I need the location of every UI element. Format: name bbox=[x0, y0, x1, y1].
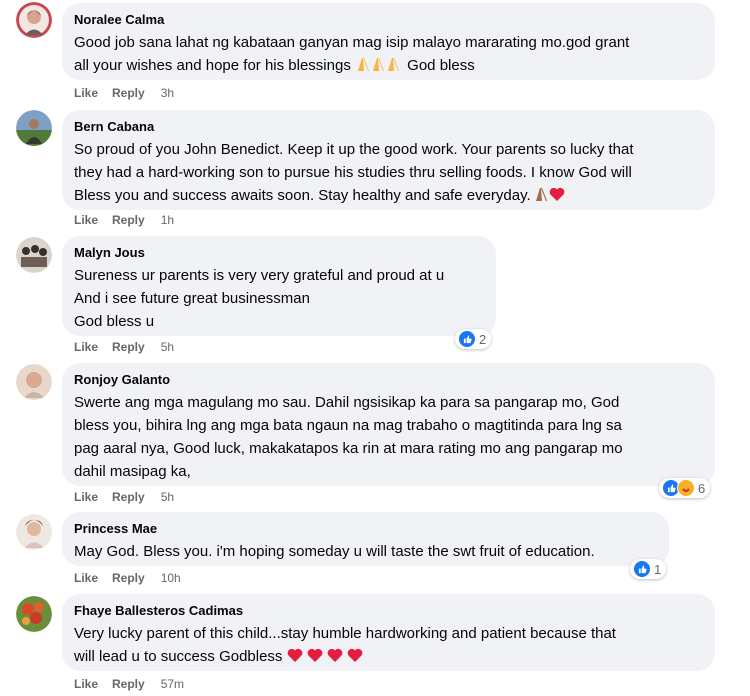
reply-button[interactable]: Reply bbox=[112, 489, 145, 505]
comment-timestamp[interactable]: 5h bbox=[161, 489, 174, 505]
comment-timestamp[interactable]: 3h bbox=[161, 85, 174, 101]
comment-actions: Like Reply 5h bbox=[74, 339, 174, 355]
folded-hands-emoji-icon bbox=[355, 56, 403, 79]
comment-bubble: Malyn Jous Sureness ur parents is very v… bbox=[62, 236, 496, 336]
comment-bubble: Bern Cabana So proud of you John Benedic… bbox=[62, 110, 715, 210]
comment-author[interactable]: Ronjoy Galanto bbox=[74, 371, 703, 388]
heart-emoji-icon bbox=[549, 186, 565, 209]
avatar[interactable] bbox=[16, 364, 52, 400]
comment-bubble: Fhaye Ballesteros Cadimas Very lucky par… bbox=[62, 594, 715, 671]
comment-text: May God. Bless you. i'm hoping someday u… bbox=[74, 543, 595, 560]
comment-author[interactable]: Bern Cabana bbox=[74, 118, 703, 135]
comment-author[interactable]: Princess Mae bbox=[74, 520, 657, 537]
comment-actions: Like Reply 1h bbox=[74, 212, 174, 228]
reply-button[interactable]: Reply bbox=[112, 85, 145, 101]
like-button[interactable]: Like bbox=[74, 676, 98, 692]
comment-text: Very lucky parent of this child...stay h… bbox=[74, 622, 703, 670]
like-reaction-icon bbox=[633, 560, 651, 578]
comment-bubble: Ronjoy Galanto Swerte ang mga magulang m… bbox=[62, 363, 715, 486]
reactions-summary[interactable]: 1 bbox=[630, 559, 667, 579]
comment-timestamp[interactable]: 57m bbox=[161, 676, 184, 692]
comment-actions: Like Reply 10h bbox=[74, 570, 181, 586]
reactions-summary[interactable]: 2 bbox=[455, 329, 492, 349]
reaction-count: 6 bbox=[698, 480, 706, 496]
comment-actions: Like Reply 57m bbox=[74, 676, 184, 692]
reaction-count: 2 bbox=[479, 331, 487, 347]
comment-bubble: Princess Mae May God. Bless you. i'm hop… bbox=[62, 512, 669, 566]
avatar[interactable] bbox=[16, 514, 52, 550]
like-button[interactable]: Like bbox=[74, 489, 98, 505]
comment-text: Good job sana lahat ng kabataan ganyan m… bbox=[74, 31, 703, 79]
avatar[interactable] bbox=[16, 596, 52, 632]
reply-button[interactable]: Reply bbox=[112, 339, 145, 355]
comment-text: Swerte ang mga magulang mo sau. Dahil ng… bbox=[74, 394, 623, 480]
reply-button[interactable]: Reply bbox=[112, 212, 145, 228]
comment-timestamp[interactable]: 5h bbox=[161, 339, 174, 355]
comment-timestamp[interactable]: 10h bbox=[161, 570, 181, 586]
comment-author[interactable]: Noralee Calma bbox=[74, 11, 703, 28]
comment-actions: Like Reply 3h bbox=[74, 85, 174, 101]
avatar[interactable] bbox=[16, 2, 52, 38]
comment-actions: Like Reply 5h bbox=[74, 489, 174, 505]
comment-bubble: Noralee Calma Good job sana lahat ng kab… bbox=[62, 3, 715, 80]
comment-author[interactable]: Malyn Jous bbox=[74, 244, 484, 261]
like-button[interactable]: Like bbox=[74, 570, 98, 586]
hearts-emoji-icon bbox=[287, 647, 367, 670]
like-button[interactable]: Like bbox=[74, 85, 98, 101]
comment-timestamp[interactable]: 1h bbox=[161, 212, 174, 228]
comment-text: So proud of you John Benedict. Keep it u… bbox=[74, 138, 703, 209]
comment-text: Sureness ur parents is very very gratefu… bbox=[74, 267, 445, 330]
reactions-summary[interactable]: 6 bbox=[659, 478, 711, 498]
reply-button[interactable]: Reply bbox=[112, 676, 145, 692]
comment-author[interactable]: Fhaye Ballesteros Cadimas bbox=[74, 602, 703, 619]
avatar[interactable] bbox=[16, 237, 52, 273]
reaction-count: 1 bbox=[654, 561, 662, 577]
care-reaction-icon bbox=[677, 479, 695, 497]
avatar[interactable] bbox=[16, 110, 52, 146]
like-reaction-icon bbox=[458, 330, 476, 348]
like-button[interactable]: Like bbox=[74, 339, 98, 355]
reply-button[interactable]: Reply bbox=[112, 570, 145, 586]
folded-hands-emoji-icon bbox=[535, 186, 549, 209]
like-button[interactable]: Like bbox=[74, 212, 98, 228]
